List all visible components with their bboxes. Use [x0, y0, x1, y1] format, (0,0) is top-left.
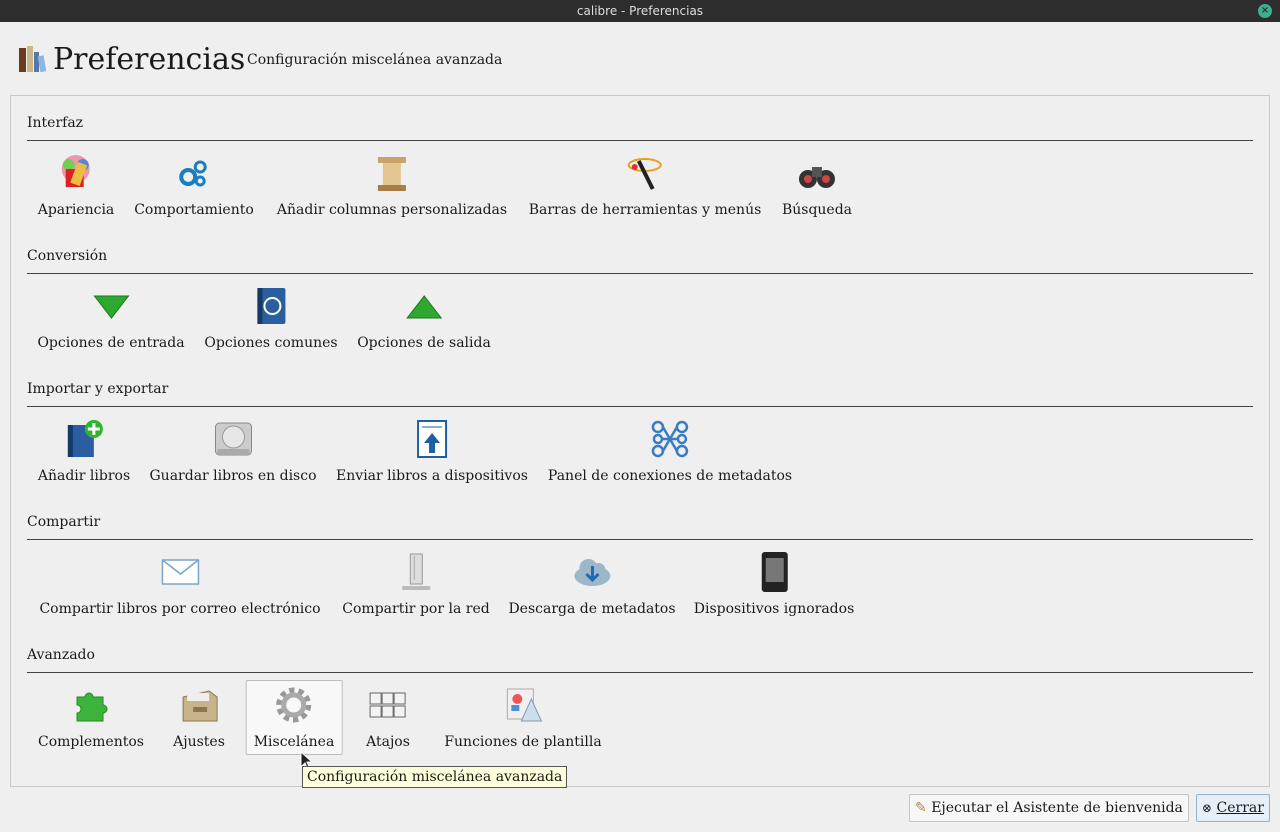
pref-item[interactable]: Panel de conexiones de metadatos — [540, 414, 800, 489]
close-circle-icon: ⊗ — [1202, 801, 1213, 815]
wand-icon — [628, 158, 662, 190]
pref-item[interactable]: Barras de herramientas y menús — [521, 148, 770, 223]
pref-item[interactable]: Comportamiento — [126, 148, 262, 223]
pref-item[interactable]: Funciones de plantilla — [436, 680, 609, 755]
pref-item[interactable]: Opciones de entrada — [29, 281, 192, 356]
section-divider — [27, 406, 1253, 407]
pref-item-label: Opciones comunes — [204, 335, 338, 351]
binoculars-icon — [799, 167, 835, 188]
pref-item[interactable]: Guardar libros en disco — [141, 414, 324, 489]
keyboard-icon — [369, 692, 406, 718]
pref-item[interactable]: Enviar libros a dispositivos — [328, 414, 536, 489]
pref-item-label: Dispositivos ignorados — [693, 601, 855, 617]
mail-icon — [161, 559, 199, 585]
calibre-logo-icon — [19, 46, 47, 72]
close-window-icon[interactable]: × — [1258, 4, 1272, 18]
appearance-icon — [62, 155, 90, 187]
ereader-icon — [761, 552, 788, 592]
pref-item-label: Opciones de entrada — [37, 335, 185, 351]
pref-item-label: Guardar libros en disco — [149, 468, 317, 484]
pref-item-label: Barras de herramientas y menús — [528, 202, 762, 218]
pref-item-label: Búsqueda — [781, 202, 853, 218]
hard-disk-icon — [214, 422, 252, 456]
section-title: Compartir — [27, 514, 101, 530]
section-divider — [27, 539, 1253, 540]
template-icon — [506, 688, 542, 722]
column-icon — [378, 157, 406, 191]
pref-item-label: Compartir libros por correo electrónico — [39, 601, 321, 617]
convert-book-icon — [256, 288, 285, 324]
pref-item[interactable]: Descarga de metadatos — [500, 547, 683, 622]
window-title: calibre - Preferencias — [576, 4, 704, 18]
pref-item-label: Comportamiento — [134, 202, 254, 218]
pref-item[interactable]: Opciones comunes — [196, 281, 345, 356]
pref-item[interactable]: Miscelánea — [245, 680, 343, 755]
tooltip: Configuración miscelánea avanzada — [302, 766, 568, 788]
plugboard-icon — [651, 420, 689, 458]
section-title: Importar y exportar — [27, 381, 169, 397]
pref-item[interactable]: Apariencia — [30, 148, 123, 223]
pref-item-label: Añadir columnas personalizadas — [276, 202, 508, 218]
gear-icon — [276, 687, 312, 723]
wand-icon: ✎ — [915, 800, 927, 816]
pref-item-label: Ajustes — [173, 734, 225, 750]
pref-item-label: Descarga de metadatos — [508, 601, 676, 617]
puzzle-icon — [76, 692, 108, 722]
cloud-download-icon — [574, 559, 610, 586]
drawer-icon — [182, 690, 218, 722]
section-divider — [27, 273, 1253, 274]
pref-item[interactable]: Búsqueda — [774, 148, 860, 223]
pref-item-label: Panel de conexiones de metadatos — [547, 468, 793, 484]
arrow-down-icon — [92, 295, 130, 319]
arrow-up-icon — [405, 295, 443, 319]
page-subtitle: Configuración miscelánea avanzada — [247, 52, 503, 68]
pref-item[interactable]: Añadir libros — [30, 414, 138, 489]
pref-item-label: Compartir por la red — [342, 601, 490, 617]
pref-item[interactable]: Dispositivos ignorados — [686, 547, 863, 622]
send-to-device-icon — [416, 420, 447, 458]
gears-icon — [179, 160, 207, 187]
add-book-icon — [68, 420, 103, 457]
pref-item[interactable]: Ajustes — [165, 680, 233, 755]
close-button[interactable]: ⊗ Cerrar — [1196, 794, 1270, 822]
section-title: Interfaz — [27, 115, 84, 131]
section-title: Conversión — [27, 248, 108, 264]
pref-item-label: Miscelánea — [253, 734, 335, 750]
pref-item[interactable]: Complementos — [30, 680, 152, 755]
pref-item-label: Funciones de plantilla — [444, 734, 602, 750]
section-title: Avanzado — [27, 647, 95, 663]
welcome-wizard-button[interactable]: ✎ Ejecutar el Asistente de bienvenida — [909, 794, 1189, 822]
page-title: Preferencias — [53, 42, 246, 77]
pref-item-label: Atajos — [366, 734, 410, 750]
pref-item-label: Opciones de salida — [357, 335, 491, 351]
section-divider — [27, 140, 1253, 141]
pref-item-label: Apariencia — [37, 202, 115, 218]
pref-item[interactable]: Compartir libros por correo electrónico — [31, 547, 328, 622]
pref-item[interactable]: Atajos — [358, 680, 418, 755]
pref-item-label: Añadir libros — [37, 468, 131, 484]
pref-item[interactable]: Compartir por la red — [334, 547, 497, 622]
section-divider — [27, 672, 1253, 673]
title-bar: calibre - Preferencias × — [0, 0, 1280, 22]
pref-item-label: Complementos — [38, 734, 144, 750]
pref-item[interactable]: Opciones de salida — [349, 281, 499, 356]
network-server-icon — [401, 553, 430, 590]
pref-item-label: Enviar libros a dispositivos — [336, 468, 528, 484]
pref-item[interactable]: Añadir columnas personalizadas — [269, 148, 515, 223]
